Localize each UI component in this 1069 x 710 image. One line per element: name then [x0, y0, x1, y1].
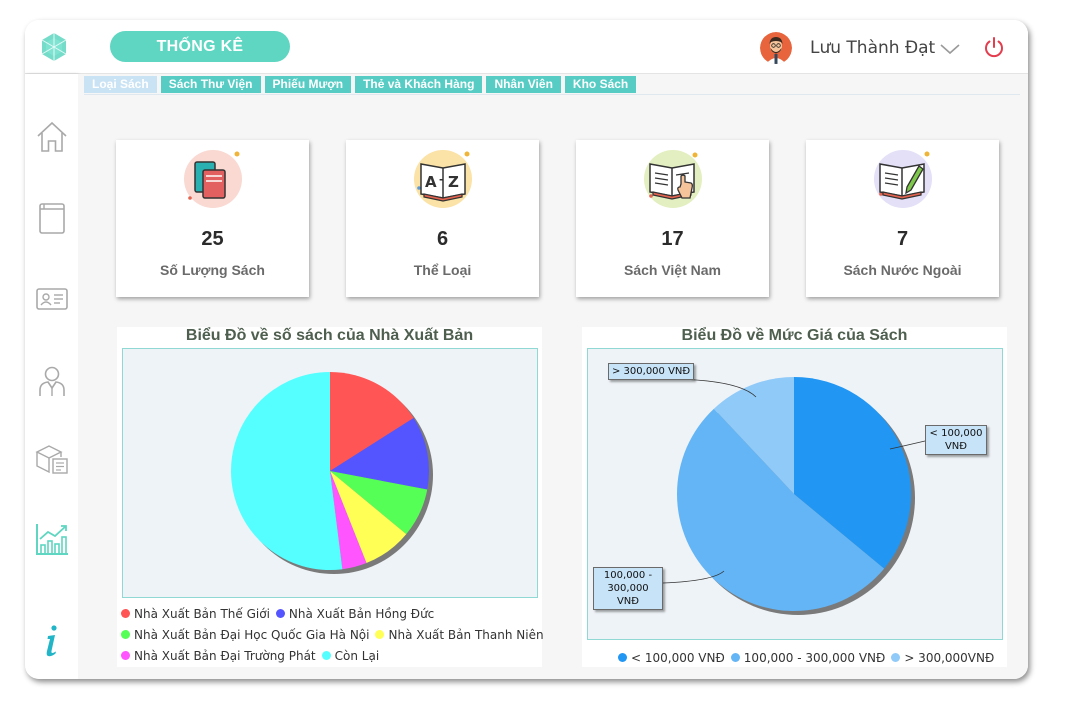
info-icon[interactable] — [35, 624, 69, 658]
user-avatar[interactable] — [760, 32, 792, 64]
az-book-icon: A - Z — [414, 150, 472, 208]
price-plot-area: > 300,000 VNĐ < 100,000 VNĐ 100,000 - 30… — [587, 348, 1003, 640]
publisher-pie-chart — [231, 372, 433, 574]
stat-label: Sách Việt Nam — [623, 262, 721, 278]
writing-book-icon — [874, 150, 932, 208]
stat-card-foreign-books: 7 Sách Nước Ngoài — [806, 140, 999, 297]
stat-card-vietnam-books: 17 Sách Việt Nam — [576, 140, 769, 297]
user-name[interactable]: Lưu Thành Đạt — [810, 38, 935, 58]
legend-item: Nhà Xuất Bản Hồng Đức — [275, 607, 434, 621]
publisher-pie-slice-5[interactable] — [231, 372, 343, 570]
chevron-down-icon[interactable] — [939, 42, 961, 56]
legend-item: 100,000 - 300,000 VNĐ — [730, 651, 885, 665]
books-stack-icon — [184, 150, 242, 208]
price-chart-panel: Biểu Đồ về Mức Giá của Sách > 300,000 VN… — [582, 327, 1007, 667]
svg-text:A: A — [425, 173, 437, 191]
publisher-legend: Nhà Xuất Bản Thế Giới Nhà Xuất Bản Hồng … — [121, 603, 550, 666]
legend-item: > 300,000VNĐ — [891, 651, 994, 665]
stat-value: 25 — [201, 228, 224, 250]
stat-label: Sách Nước Ngoài — [843, 262, 962, 278]
tab-book-types[interactable]: Loại Sách — [84, 76, 157, 93]
id-card-icon[interactable] — [35, 282, 69, 316]
stat-value: 7 — [896, 228, 909, 250]
publisher-chart-panel: Biểu Đồ về số sách của Nhà Xuất Bản Nhà … — [117, 327, 544, 667]
svg-text:Z: Z — [448, 173, 459, 191]
power-icon[interactable] — [983, 36, 1005, 58]
app-window: THỐNG KÊ Lưu Thành Đạt Loại Sách Sách Th… — [25, 20, 1028, 679]
stat-value: 6 — [436, 228, 449, 250]
top-bar: THỐNG KÊ Lưu Thành Đạt — [25, 20, 1028, 74]
svg-text:-: - — [439, 173, 444, 186]
tab-staff[interactable]: Nhân Viên — [486, 76, 561, 93]
app-logo-icon — [41, 33, 67, 61]
sidebar — [25, 74, 78, 679]
callout-under-100k: < 100,000 VNĐ — [925, 425, 987, 455]
reading-book-icon — [644, 150, 702, 208]
legend-item: Nhà Xuất Bản Đại Trường Phát — [121, 649, 316, 663]
chart-title: Biểu Đồ về Mức Giá của Sách — [681, 327, 908, 344]
stat-value: 17 — [661, 228, 684, 250]
tab-warehouse[interactable]: Kho Sách — [564, 76, 637, 93]
publisher-plot-area — [122, 348, 538, 598]
tab-cards-customers[interactable]: Thẻ và Khách Hàng — [355, 76, 483, 93]
staff-icon[interactable] — [35, 363, 69, 397]
warehouse-icon[interactable] — [35, 442, 69, 476]
stat-label: Số Lượng Sách — [160, 262, 265, 278]
tab-loan-slips[interactable]: Phiếu Mượn — [264, 76, 352, 93]
statistics-icon[interactable] — [35, 522, 69, 556]
main-content: Loại Sách Sách Thư Viện Phiếu Mượn Thẻ v… — [78, 74, 1028, 679]
section-title-pill[interactable]: THỐNG KÊ — [110, 31, 290, 62]
stat-card-genres: A - Z 6 Thể Loại — [346, 140, 539, 297]
legend-item: Nhà Xuất Bản Đại Học Quốc Gia Hà Nội — [121, 628, 369, 642]
callout-100k-300k: 100,000 - 300,000 VNĐ — [593, 567, 663, 610]
legend-item: Còn Lại — [321, 649, 379, 663]
chart-title: Biểu Đồ về số sách của Nhà Xuất Bản — [185, 327, 474, 344]
tab-bar: Loại Sách Sách Thư Viện Phiếu Mượn Thẻ v… — [84, 76, 637, 93]
tab-divider — [84, 94, 1020, 95]
callout-over-300k: > 300,000 VNĐ — [608, 363, 695, 380]
price-legend: < 100,000 VNĐ 100,000 - 300,000 VNĐ > 30… — [618, 647, 1000, 668]
home-icon[interactable] — [35, 120, 69, 154]
legend-item: < 100,000 VNĐ — [618, 651, 725, 665]
stat-label: Thể Loại — [413, 262, 472, 278]
legend-item: Nhà Xuất Bản Thế Giới — [121, 607, 270, 621]
legend-item: Nhà Xuất Bản Thanh Niên — [375, 628, 544, 642]
tab-library-books[interactable]: Sách Thư Viện — [160, 76, 261, 93]
book-icon[interactable] — [35, 201, 69, 235]
stat-card-total-books: 25 Số Lượng Sách — [116, 140, 309, 297]
